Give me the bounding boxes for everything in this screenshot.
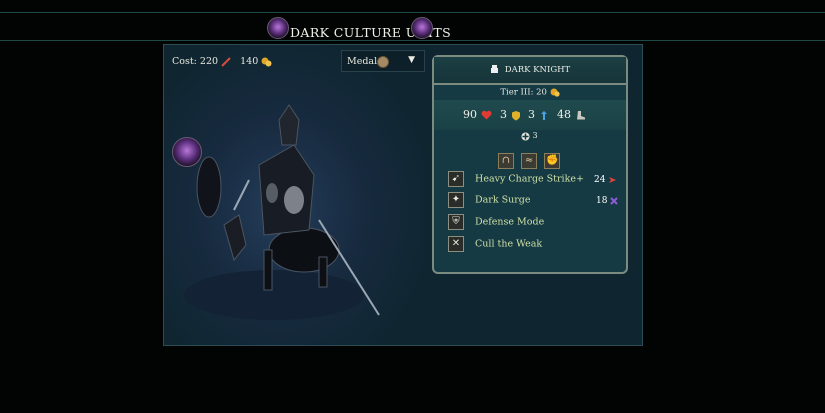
ability-damage: 24 bbox=[594, 175, 617, 185]
damage-value: 18 bbox=[596, 196, 608, 206]
stat-speed-value: 48 bbox=[557, 108, 571, 121]
unit-culture-emblem-icon bbox=[172, 137, 202, 167]
stats-row: 90 3 3 48 bbox=[434, 100, 626, 130]
ability-heavy-charge-strike[interactable]: ➹ Heavy Charge Strike+ bbox=[448, 171, 584, 189]
physical-damage-icon bbox=[609, 176, 617, 183]
boot-icon bbox=[576, 111, 585, 120]
ability-name: Cull the Weak bbox=[475, 238, 543, 250]
unit-name-header: DARK KNIGHT bbox=[434, 57, 626, 85]
unit-tier: Tier III: 20 bbox=[434, 87, 626, 98]
unit-name: DARK KNIGHT bbox=[504, 65, 571, 75]
culture-emblem-left-icon bbox=[267, 17, 289, 39]
gold-coin-icon bbox=[550, 88, 560, 97]
movement-value: 3 bbox=[532, 131, 538, 140]
dark-surge-icon: ✦ bbox=[448, 192, 464, 208]
stat-initiative-value: 3 bbox=[528, 108, 535, 121]
medals-dropdown[interactable]: Medals ▼ bbox=[341, 50, 425, 72]
defense-mode-icon: ⛨ bbox=[448, 214, 464, 230]
stat-defense-value: 3 bbox=[500, 108, 507, 121]
chevron-down-icon: ▼ bbox=[408, 55, 415, 65]
cost-primary-value: 220 bbox=[199, 56, 219, 67]
stat-health: 90 bbox=[463, 108, 492, 121]
ability-damage: 18 bbox=[596, 196, 619, 206]
trait-icons: ∩ ≈ ✊ bbox=[498, 148, 562, 169]
dark-knight-artwork bbox=[184, 104, 380, 320]
damage-value: 24 bbox=[594, 175, 606, 185]
stat-speed: 48 bbox=[557, 108, 586, 121]
ability-name: Dark Surge bbox=[475, 194, 531, 206]
ability-dark-surge[interactable]: ✦ Dark Surge bbox=[448, 192, 531, 210]
header-divider bbox=[0, 40, 825, 41]
cull-the-weak-icon: ✕ bbox=[448, 236, 464, 252]
stat-defense: 3 bbox=[500, 108, 521, 121]
horseshoe-icon[interactable]: ∩ bbox=[498, 153, 514, 169]
shield-icon bbox=[511, 110, 520, 120]
stat-initiative: 3 bbox=[528, 108, 549, 121]
cost-secondary-value: 140 bbox=[240, 56, 259, 67]
ability-name: Defense Mode bbox=[475, 216, 545, 228]
ability-defense-mode[interactable]: ⛨ Defense Mode bbox=[448, 214, 544, 232]
gauntlet-icon[interactable]: ✊ bbox=[544, 153, 561, 169]
heart-icon bbox=[481, 110, 491, 120]
medal-icon bbox=[377, 56, 389, 68]
stat-health-value: 90 bbox=[463, 108, 477, 121]
claw-icon[interactable]: ≈ bbox=[521, 153, 538, 169]
unit-info-card: DARK KNIGHT Tier III: 20 90 3 3 48 3 ∩ ≈… bbox=[432, 55, 628, 274]
unit-panel: Cost: 220 140 Medals ▼ DARK KNIGHT Tier … bbox=[163, 44, 643, 346]
unit-portrait bbox=[164, 45, 424, 345]
top-divider bbox=[0, 12, 825, 13]
culture-emblem-right-icon bbox=[411, 17, 433, 39]
fist-icon bbox=[490, 65, 498, 73]
ability-name: Heavy Charge Strike+ bbox=[475, 173, 584, 185]
tier-label: Tier III: bbox=[500, 87, 534, 98]
tier-value: 20 bbox=[536, 87, 547, 98]
movement-icon bbox=[521, 132, 530, 140]
cost-label: Cost: bbox=[172, 56, 197, 67]
gold-coin-icon bbox=[261, 57, 272, 67]
dark-damage-icon bbox=[610, 196, 619, 205]
ability-cull-the-weak[interactable]: ✕ Cull the Weak bbox=[448, 236, 542, 254]
cost-display: Cost: 220 140 bbox=[172, 56, 272, 67]
movement-indicator: 3 bbox=[521, 131, 538, 141]
lance-icon bbox=[221, 56, 231, 67]
initiative-icon bbox=[540, 110, 547, 120]
charge-strike-icon: ➹ bbox=[448, 171, 464, 187]
